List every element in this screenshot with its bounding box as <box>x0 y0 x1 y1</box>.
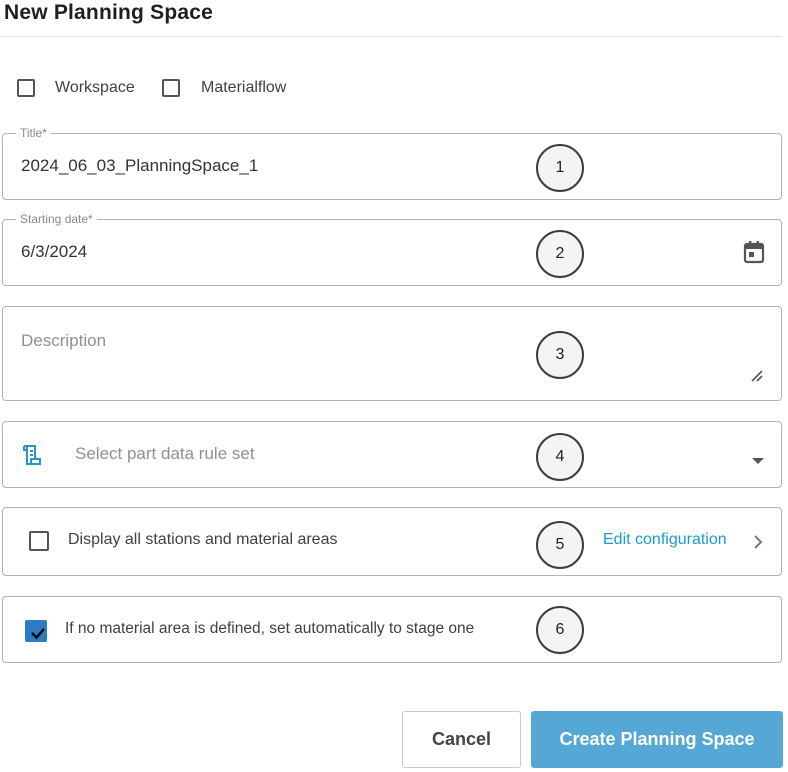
description-field[interactable]: Description <box>2 306 782 401</box>
materialflow-checkbox[interactable] <box>162 79 180 97</box>
workspace-label: Workspace <box>55 79 135 96</box>
resize-handle-icon[interactable] <box>750 369 764 388</box>
auto-stage-label: If no material area is defined, set auto… <box>65 620 475 637</box>
create-planning-space-button[interactable]: Create Planning Space <box>531 711 783 768</box>
title-input[interactable]: 2024_06_03_PlanningSpace_1 <box>21 156 258 176</box>
title-field[interactable]: Title* 2024_06_03_PlanningSpace_1 <box>2 125 782 200</box>
title-field-label: Title* <box>16 125 51 141</box>
display-all-checkbox[interactable] <box>29 531 49 551</box>
display-all-label: Display all stations and material areas <box>68 531 338 548</box>
workspace-checkbox[interactable] <box>17 79 35 97</box>
step-marker-1: 1 <box>536 144 584 192</box>
display-all-panel: Display all stations and material areas … <box>2 507 782 576</box>
checkmark-icon <box>31 628 45 640</box>
rule-set-icon <box>20 443 44 472</box>
rule-set-placeholder: Select part data rule set <box>75 444 255 463</box>
starting-date-label: Starting date* <box>16 211 97 227</box>
materialflow-label: Materialflow <box>201 79 287 96</box>
dialog-title: New Planning Space <box>4 1 213 24</box>
cancel-button[interactable]: Cancel <box>402 711 521 768</box>
rule-set-select[interactable]: Select part data rule set <box>2 421 782 488</box>
starting-date-input[interactable]: 6/3/2024 <box>21 242 87 262</box>
step-marker-2: 2 <box>536 230 584 278</box>
calendar-icon[interactable] <box>743 240 765 269</box>
step-marker-5: 5 <box>536 521 584 569</box>
header-divider <box>0 36 782 37</box>
edit-configuration-link[interactable]: Edit configuration <box>603 530 727 550</box>
starting-date-field[interactable]: Starting date* 6/3/2024 <box>2 211 782 286</box>
step-marker-4: 4 <box>536 433 584 481</box>
chevron-right-icon[interactable] <box>753 534 763 555</box>
description-input[interactable]: Description <box>21 331 106 351</box>
auto-stage-panel: If no material area is defined, set auto… <box>2 596 782 663</box>
step-marker-6: 6 <box>536 606 584 654</box>
chevron-down-icon[interactable] <box>751 452 765 470</box>
step-marker-3: 3 <box>536 331 584 379</box>
auto-stage-checkbox[interactable] <box>25 620 47 642</box>
